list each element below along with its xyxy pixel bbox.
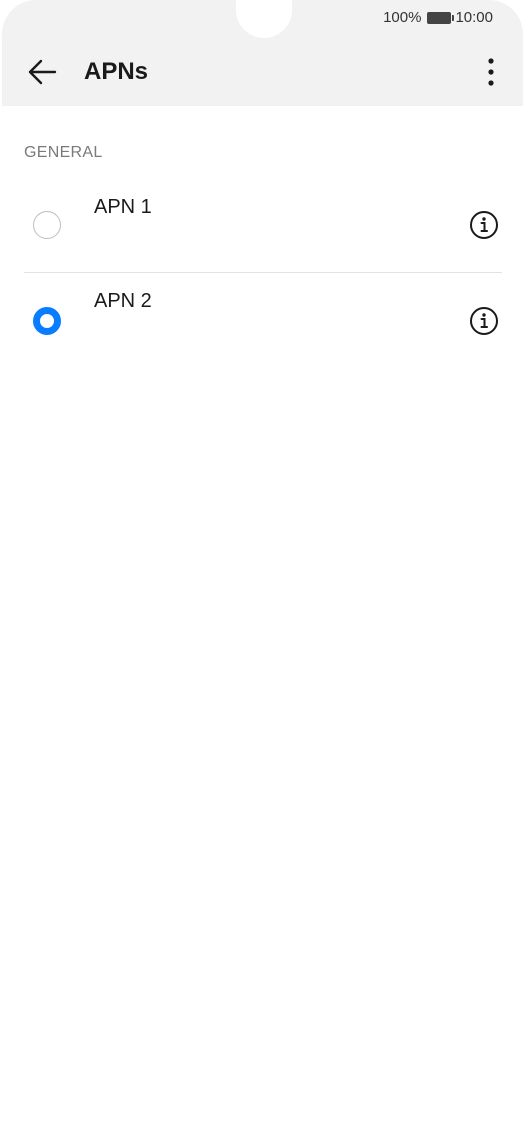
status-bar: 100% 10:00 bbox=[383, 9, 493, 26]
battery-icon bbox=[427, 11, 455, 24]
battery-percent: 100% bbox=[383, 9, 422, 26]
apn-radio-button-selected[interactable] bbox=[33, 307, 61, 335]
more-options-button[interactable] bbox=[475, 52, 507, 92]
list-divider bbox=[24, 272, 502, 273]
page-title: APNs bbox=[84, 58, 149, 85]
arrow-left-icon bbox=[28, 59, 57, 85]
apn-info-button[interactable] bbox=[468, 305, 500, 337]
status-time: 10:00 bbox=[455, 9, 493, 26]
apn-info-button[interactable] bbox=[468, 209, 500, 241]
apn-name: APN 2 bbox=[94, 290, 152, 312]
apn-list-item[interactable]: APN 2 bbox=[0, 274, 525, 370]
info-icon bbox=[470, 307, 498, 335]
section-header-general: GENERAL bbox=[24, 144, 103, 161]
apn-name: APN 1 bbox=[94, 196, 152, 218]
apn-settings-screen: 100% 10:00 APNs GENERAL APN 1 APN 2 bbox=[0, 0, 525, 1138]
more-vertical-icon bbox=[488, 58, 494, 86]
info-icon bbox=[470, 211, 498, 239]
back-button[interactable] bbox=[22, 52, 62, 92]
app-bar: 100% 10:00 APNs bbox=[2, 0, 523, 106]
camera-notch bbox=[236, 0, 292, 38]
apn-list-item[interactable]: APN 1 bbox=[0, 178, 525, 274]
apn-radio-button[interactable] bbox=[33, 211, 61, 239]
